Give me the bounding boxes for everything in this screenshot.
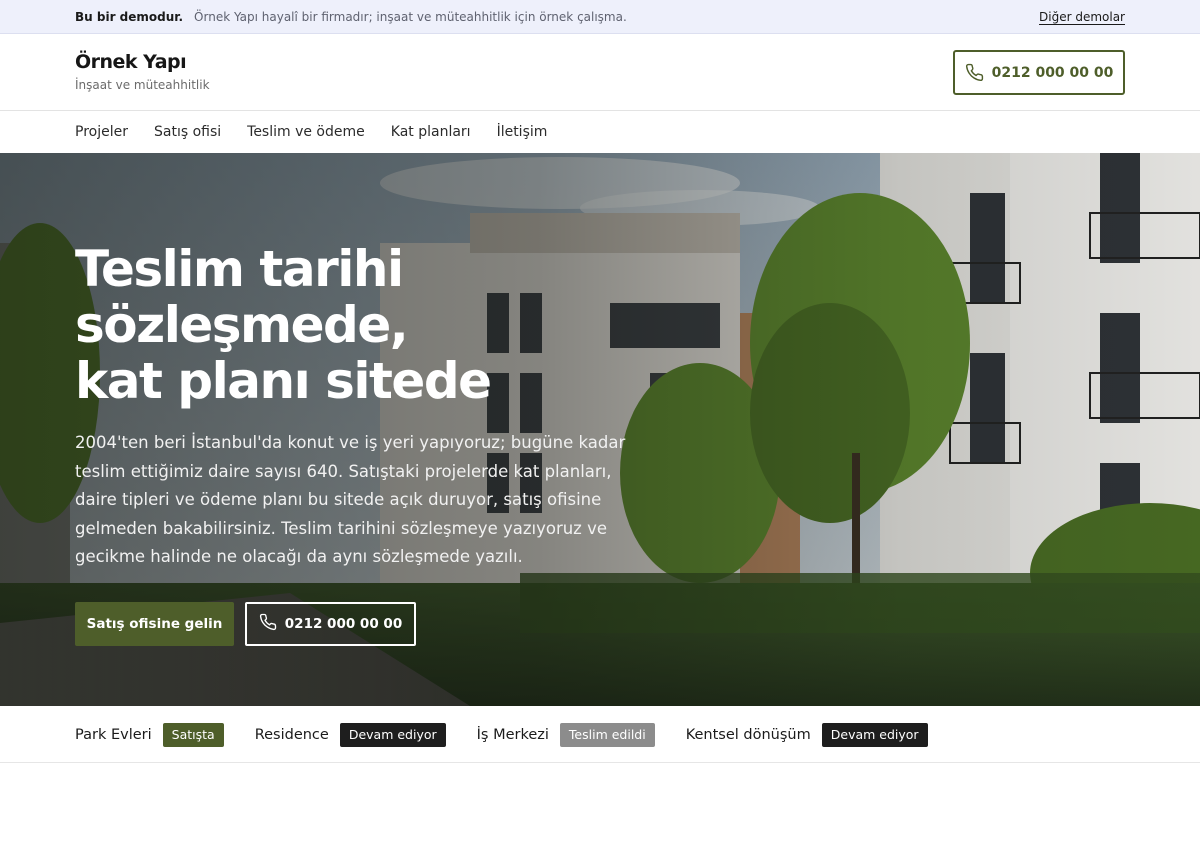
phone-icon xyxy=(259,613,277,635)
hero-phone-number: 0212 000 00 00 xyxy=(284,616,403,632)
project-name: Residence xyxy=(254,726,329,743)
status-badge: Devam ediyor xyxy=(821,722,928,747)
main-nav: Projeler Satış ofisi Teslim ve ödeme Kat… xyxy=(0,111,1200,153)
status-badge: Teslim edildi xyxy=(559,722,655,747)
hero-description: 2004'ten beri İstanbul'da konut ve iş ye… xyxy=(75,433,626,566)
hero-title-line: kat planı sitede xyxy=(75,352,492,410)
site-header: Örnek Yapı İnşaat ve müteahhitlik 0212 0… xyxy=(0,34,1200,111)
project-name: İş Merkezi xyxy=(476,726,549,743)
project-name: Park Evleri xyxy=(75,726,152,743)
hero-title: Teslim tarihi sözleşmede, kat planı site… xyxy=(75,241,675,409)
hero-title-line: sözleşmede, xyxy=(75,296,409,354)
status-badge: Devam ediyor xyxy=(339,722,446,747)
project-item-park-evleri[interactable]: Park Evleri Satışta xyxy=(75,722,224,747)
demo-notice-text: Örnek Yapı hayalî bir firmadır; inşaat v… xyxy=(194,10,627,24)
visit-sales-office-button[interactable]: Satış ofisine gelin xyxy=(75,602,234,646)
status-badge: Satışta xyxy=(162,722,224,747)
brand-tagline: İnşaat ve müteahhitlik xyxy=(75,78,210,92)
project-item-kentsel-donusum[interactable]: Kentsel dönüşüm Devam ediyor xyxy=(685,722,928,747)
phone-icon xyxy=(965,63,984,82)
hero-phone-button[interactable]: 0212 000 00 00 xyxy=(245,602,416,646)
other-demos-link[interactable]: Diğer demolar xyxy=(1039,10,1125,24)
nav-item-projects[interactable]: Projeler xyxy=(75,124,128,140)
demo-notice-title: Bu bir demodur. xyxy=(75,10,184,24)
project-name: Kentsel dönüşüm xyxy=(685,726,811,743)
header-phone-number: 0212 000 00 00 xyxy=(991,64,1114,81)
brand-name[interactable]: Örnek Yapı xyxy=(75,51,187,73)
nav-item-delivery-payment[interactable]: Teslim ve ödeme xyxy=(247,124,365,140)
hero-title-line: Teslim tarihi xyxy=(75,240,404,298)
nav-item-floor-plans[interactable]: Kat planları xyxy=(391,124,471,140)
project-item-is-merkezi[interactable]: İş Merkezi Teslim edildi xyxy=(476,722,655,747)
nav-item-contact[interactable]: İletişim xyxy=(497,124,548,140)
header-phone-button[interactable]: 0212 000 00 00 xyxy=(953,50,1125,95)
hero-section: Teslim tarihi sözleşmede, kat planı site… xyxy=(0,153,1200,706)
project-status-strip: Park Evleri Satışta Residence Devam ediy… xyxy=(0,706,1200,763)
project-item-residence[interactable]: Residence Devam ediyor xyxy=(254,722,446,747)
demo-notice-bar: Bu bir demodur. Örnek Yapı hayalî bir fi… xyxy=(0,0,1200,34)
nav-item-sales-office[interactable]: Satış ofisi xyxy=(154,124,221,140)
